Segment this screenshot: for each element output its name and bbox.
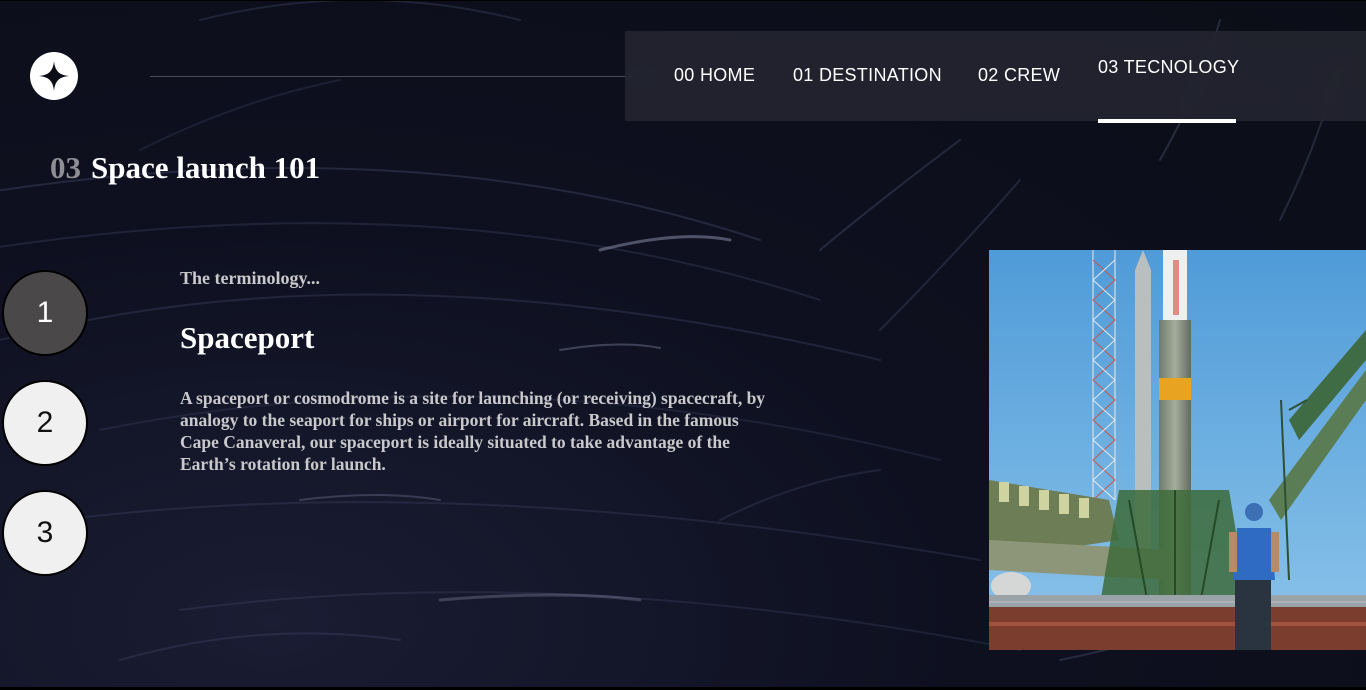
step-label: 2 bbox=[36, 406, 54, 439]
term-description: A spaceport or cosmodrome is a site for … bbox=[180, 388, 766, 474]
step-button-2[interactable]: 2 bbox=[2, 380, 88, 466]
page-title-text: Space launch 101 bbox=[91, 150, 321, 185]
terminology-kicker: The terminology... bbox=[180, 268, 320, 288]
top-border bbox=[0, 0, 1366, 1]
step-label: 3 bbox=[36, 516, 54, 549]
active-nav-indicator bbox=[1098, 119, 1236, 123]
header-divider bbox=[150, 76, 650, 77]
step-button-1[interactable]: 1 bbox=[2, 270, 88, 356]
term-title: Spaceport bbox=[180, 320, 315, 355]
nav-technology-label: TECNOLOGY bbox=[1123, 57, 1240, 77]
main-navigation: 00 HOME 01 DESTINATION 02 CREW 03 TECNOL… bbox=[625, 31, 1366, 123]
step-button-3[interactable]: 3 bbox=[2, 490, 88, 576]
nav-destination-label: DESTINATION bbox=[818, 65, 942, 85]
page-number: 03 bbox=[50, 150, 81, 185]
rocket-launchpad-image bbox=[989, 250, 1366, 650]
nav-home-label: HOME bbox=[699, 65, 756, 85]
rocket-illustration bbox=[989, 250, 1366, 650]
nav-destination-number: 01 bbox=[793, 65, 814, 85]
nav-crew-number: 02 bbox=[978, 65, 999, 85]
nav-technology[interactable]: 03 TECNOLOGY bbox=[1098, 31, 1239, 123]
page-title: 03 Space launch 101 bbox=[50, 150, 320, 186]
step-label: 1 bbox=[36, 296, 54, 329]
nav-crew-label: CREW bbox=[1003, 65, 1061, 85]
nav-home-number: 00 bbox=[674, 65, 695, 85]
nav-technology-number: 03 bbox=[1098, 57, 1119, 77]
four-point-star-icon bbox=[39, 61, 69, 91]
logo-star-icon[interactable] bbox=[30, 52, 78, 100]
